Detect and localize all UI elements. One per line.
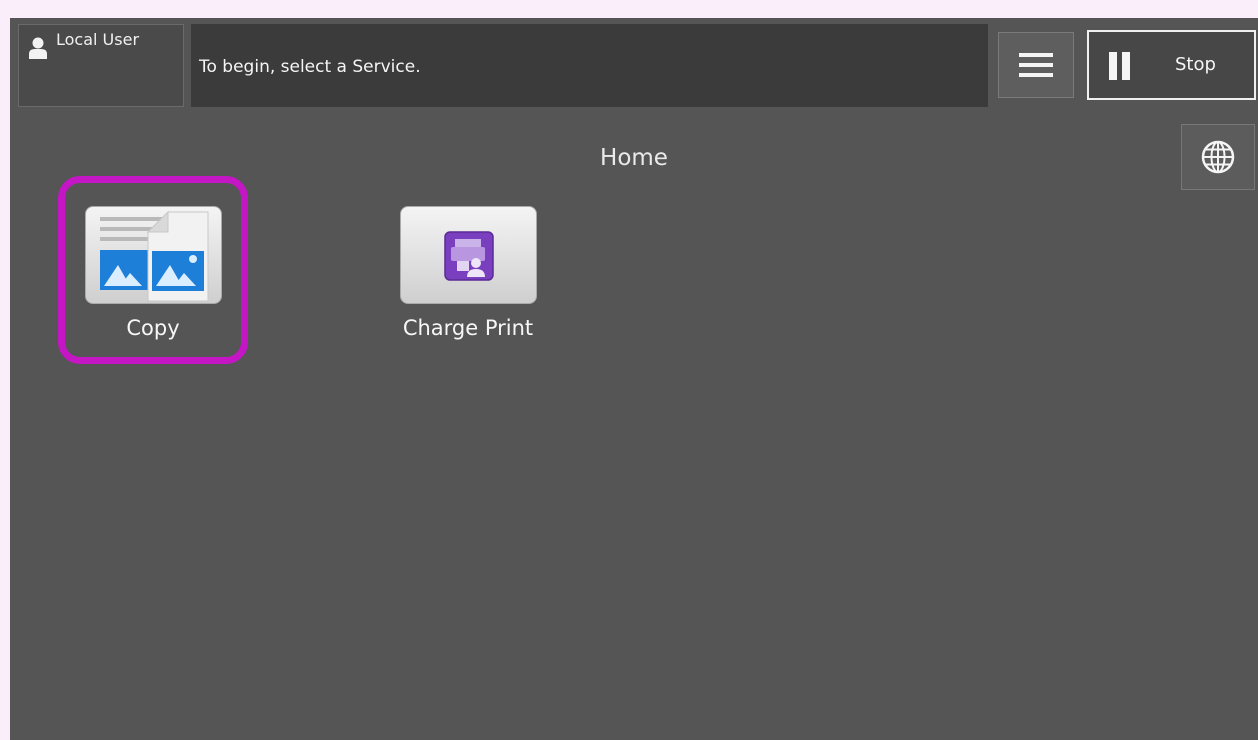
hamburger-menu-icon (1019, 53, 1053, 77)
status-message-bar: To begin, select a Service. (191, 24, 988, 107)
pause-icon (1109, 52, 1130, 80)
stop-label: Stop (1175, 54, 1216, 75)
charge-print-label: Charge Print (402, 316, 534, 340)
device-screen: Local User To begin, select a Service. S… (10, 18, 1258, 740)
local-user-button[interactable]: Local User (18, 24, 184, 107)
copy-label: Copy (126, 316, 180, 340)
charge-print-icon (443, 231, 494, 281)
stop-button[interactable]: Stop (1087, 30, 1256, 100)
globe-icon (1201, 140, 1235, 174)
copy-tile[interactable] (84, 206, 222, 304)
language-button[interactable] (1181, 124, 1255, 190)
charge-print-tile[interactable] (399, 206, 537, 304)
app-charge-print[interactable]: Charge Print (388, 206, 548, 340)
user-label: Local User (56, 30, 140, 49)
status-message: To begin, select a Service. (199, 57, 421, 77)
user-icon (29, 37, 47, 59)
menu-button[interactable] (998, 32, 1074, 98)
copy-icon (99, 210, 208, 302)
page-title: Home (600, 145, 668, 171)
app-copy[interactable]: Copy (73, 206, 233, 340)
